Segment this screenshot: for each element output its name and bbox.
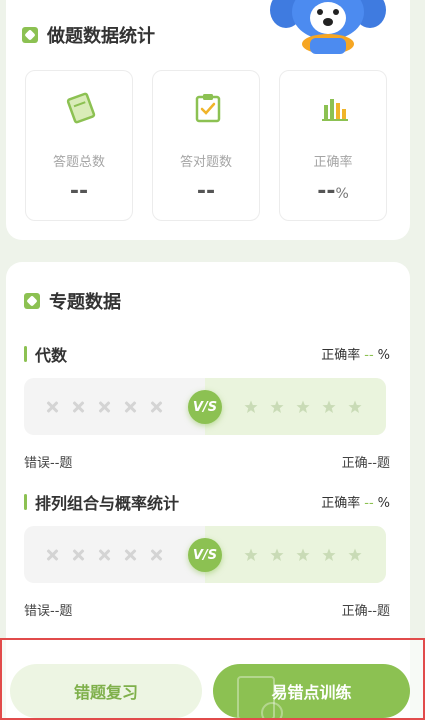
stat-total-answered: 答题总数 -- (25, 70, 133, 221)
star-icon (270, 548, 284, 561)
star-icon (244, 400, 258, 413)
stat-value: -- (69, 179, 89, 204)
mascot-koala-icon (270, 0, 386, 54)
stat-label: 正确率 (313, 155, 353, 170)
cross-icon (46, 549, 58, 561)
wrong-count: 错误--题 (24, 604, 73, 619)
stat-label: 答对题数 (179, 155, 232, 170)
cross-icon (150, 549, 162, 561)
right-count: 正确--题 (341, 604, 390, 619)
stats-title-text: 做题数据统计 (47, 26, 155, 47)
stat-value: -- (196, 179, 216, 204)
cross-icon (124, 549, 136, 561)
wrong-question-review-button[interactable]: 错题复习 (10, 664, 202, 718)
bar-chart-icon (322, 99, 348, 121)
star-icon (270, 400, 284, 413)
stats-card: 做题数据统计 答题总数 -- 答对题数 -- 正确率 --% (6, 0, 410, 240)
right-marks (244, 526, 374, 583)
cross-icon (150, 401, 162, 413)
stat-label: 答题总数 (52, 155, 105, 170)
topic-title-text: 专题数据 (49, 292, 121, 313)
stats-title-icon (22, 27, 38, 43)
stat-accuracy: 正确率 --% (279, 70, 387, 221)
topic-rate: 正确率 --% (321, 496, 390, 511)
star-icon (296, 548, 310, 561)
stat-correct-answered: 答对题数 -- (152, 70, 260, 221)
cross-icon (72, 549, 84, 561)
topic-progress-track: V/S (24, 526, 386, 583)
topic-row-combinatorics-probability[interactable]: 排列组合与概率统计 正确率 --% V/S 错误--题 正确--题 (6, 490, 410, 620)
stats-section-title: 做题数据统计 (22, 22, 155, 48)
wrong-marks (46, 526, 176, 583)
topic-section-title: 专题数据 (24, 288, 121, 314)
clipboard-check-icon (195, 94, 221, 123)
topic-name: 代数 (24, 342, 67, 366)
vs-badge: V/S (188, 390, 222, 424)
right-count: 正确--题 (341, 456, 390, 471)
topic-marker (24, 494, 27, 510)
topic-marker (24, 346, 27, 362)
star-icon (296, 400, 310, 413)
bottom-action-bar: 错题复习 易错点训练 (0, 638, 425, 720)
cross-icon (46, 401, 58, 413)
answer-sheet-icon (66, 92, 96, 124)
document-clock-icon (237, 676, 283, 718)
topic-name: 排列组合与概率统计 (24, 490, 179, 514)
error-prone-training-button[interactable]: 易错点训练 (213, 664, 410, 718)
topic-title-icon (24, 293, 40, 309)
star-icon (348, 400, 362, 413)
star-icon (348, 548, 362, 561)
wrong-count: 错误--题 (24, 456, 73, 471)
cross-icon (98, 401, 110, 413)
cross-icon (72, 401, 84, 413)
stat-value: --% (317, 179, 349, 204)
vs-badge: V/S (188, 538, 222, 572)
cross-icon (98, 549, 110, 561)
wrong-marks (46, 378, 176, 435)
star-icon (244, 548, 258, 561)
star-icon (322, 400, 336, 413)
topic-progress-track: V/S (24, 378, 386, 435)
cross-icon (124, 401, 136, 413)
topic-rate: 正确率 --% (321, 348, 390, 363)
right-marks (244, 378, 374, 435)
topic-row-algebra[interactable]: 代数 正确率 --% V/S 错误--题 正确--题 (6, 342, 410, 472)
star-icon (322, 548, 336, 561)
